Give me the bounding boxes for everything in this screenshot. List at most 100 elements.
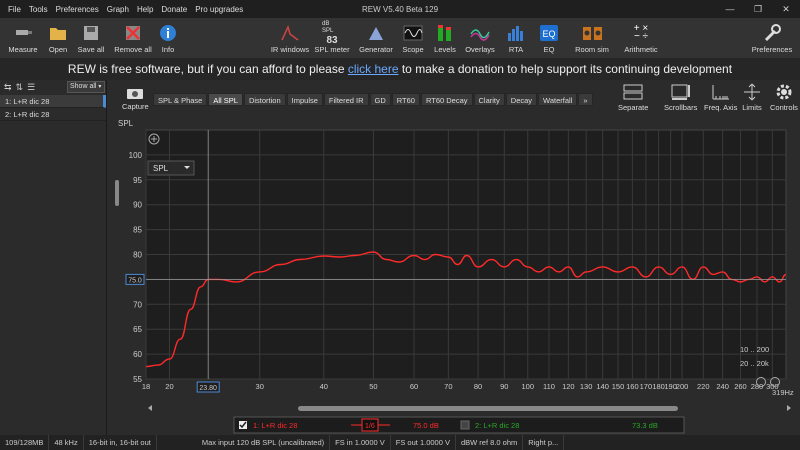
vertical-scrollbar[interactable] — [115, 180, 119, 206]
controls-button[interactable]: Controls — [770, 83, 798, 112]
menu-tools[interactable]: Tools — [25, 5, 52, 14]
x-tick-label: 160 — [626, 382, 639, 391]
cursor-x-label: 23.80 — [199, 385, 217, 392]
spl-meter-button[interactable]: dB SPL 83 SPL meter — [314, 18, 350, 58]
sort-icon[interactable]: ⇅ — [16, 82, 24, 93]
unit-select-value: SPL — [153, 164, 169, 173]
range-button-10-200[interactable]: 10 .. 200 — [740, 345, 769, 354]
scope-icon — [403, 24, 423, 42]
range-button-20-20k[interactable]: 20 .. 20k — [740, 359, 769, 368]
title-bar: File Tools Preferences Graph Help Donate… — [0, 0, 800, 18]
y-tick-label: 65 — [133, 325, 142, 334]
arithmetic-button[interactable]: + × − ÷ Arithmetic — [622, 18, 660, 58]
status-dbw-ref: dBW ref 8.0 ohm — [456, 435, 524, 450]
y-axis-label: SPL — [118, 119, 134, 128]
room-sim-icon — [582, 24, 602, 42]
status-max-input: Max input 120 dB SPL (uncalibrated) — [157, 435, 331, 450]
measurement-item[interactable]: 1: L+R dic 28 — [0, 95, 106, 108]
menu-graph[interactable]: Graph — [103, 5, 133, 14]
tab-decay[interactable]: Decay — [505, 93, 538, 106]
svg-text:EQ: EQ — [542, 29, 555, 39]
graph-tabs: SPL & Phase All SPL Distortion Impulse F… — [153, 93, 594, 106]
rta-button[interactable]: RTA — [504, 18, 528, 58]
tab-rt60[interactable]: RT60 — [391, 93, 420, 106]
tab-more[interactable]: » — [578, 93, 593, 106]
menu-file[interactable]: File — [4, 5, 25, 14]
tab-rt60-decay[interactable]: RT60 Decay — [420, 93, 473, 106]
svg-text:1/6: 1/6 — [365, 423, 375, 430]
preferences-button[interactable]: Preferences — [750, 18, 794, 58]
tab-gd[interactable]: GD — [369, 93, 391, 106]
minimize-icon[interactable]: — — [716, 0, 744, 18]
x-tick-label: 30 — [256, 382, 264, 391]
x-tick-label: 130 — [580, 382, 593, 391]
legend-checkbox-2[interactable] — [460, 420, 470, 430]
legend-value-1: 75.0 dB — [413, 421, 439, 430]
info-button[interactable]: Info — [158, 18, 178, 58]
filter-icon[interactable]: ☰ — [27, 82, 35, 93]
levels-button[interactable]: Levels — [432, 18, 458, 58]
eq-button[interactable]: EQ EQ — [536, 18, 562, 58]
menu-help[interactable]: Help — [133, 5, 157, 14]
x-tick-label: 140 — [596, 382, 609, 391]
status-right: Right p... — [523, 435, 565, 450]
x-tick-label: 220 — [697, 382, 710, 391]
maximize-icon[interactable]: ❐ — [744, 0, 772, 18]
folder-icon — [48, 24, 68, 42]
room-sim-button[interactable]: Room sim — [572, 18, 612, 58]
tab-spl-phase[interactable]: SPL & Phase — [153, 93, 208, 106]
donate-link[interactable]: click here — [348, 62, 399, 76]
tab-filtered-ir[interactable]: Filtered IR — [323, 93, 369, 106]
eq-icon: EQ — [539, 24, 559, 42]
tab-impulse[interactable]: Impulse — [286, 93, 323, 106]
microphone-icon — [13, 24, 33, 42]
scrollbars-button[interactable]: Scrollbars — [664, 83, 697, 112]
remove-all-button[interactable]: Remove all — [112, 18, 154, 58]
x-tick-label: 200 — [676, 382, 689, 391]
generator-button[interactable]: Generator — [358, 18, 394, 58]
status-fs-in: FS in 1.0000 V — [330, 435, 391, 450]
horizontal-scrollbar[interactable] — [148, 405, 791, 411]
generator-icon — [366, 24, 386, 42]
tab-clarity[interactable]: Clarity — [473, 93, 505, 106]
gear-icon — [776, 84, 792, 100]
x-tick-label: 20 — [165, 382, 173, 391]
scope-button[interactable]: Scope — [400, 18, 426, 58]
measurement-item[interactable]: 2: L+R dic 28 — [0, 108, 106, 121]
legend-value-2: 73.3 dB — [632, 421, 658, 430]
tab-distortion[interactable]: Distortion — [243, 93, 286, 106]
y-tick-label: 100 — [129, 151, 143, 160]
collapse-icon[interactable]: ⇆ — [4, 82, 12, 93]
legend-svg: 1: L+R dic 28 1/6 75.0 dB 2: L+R dic 28 … — [233, 416, 685, 434]
capture-button[interactable]: Capture — [122, 86, 149, 116]
ir-windows-button[interactable]: IR windows — [270, 18, 310, 58]
tab-all-spl[interactable]: All SPL — [208, 93, 243, 106]
y-tick-label: 90 — [133, 201, 142, 210]
save-all-button[interactable]: Save all — [76, 18, 106, 58]
unit-select[interactable]: SPL — [147, 160, 195, 176]
show-select[interactable]: Show all ▾ — [67, 81, 105, 93]
menu-pro-upgrades[interactable]: Pro upgrades — [191, 5, 247, 14]
menu-donate[interactable]: Donate — [157, 5, 191, 14]
cursor-y-label: 75.0 — [128, 277, 142, 284]
spl-chart[interactable]: 556065707580859095100 182030405060708090… — [108, 118, 800, 415]
x-tick-label: 240 — [716, 382, 729, 391]
scrollbars-icon — [671, 84, 690, 100]
x-tick-label: 18 — [142, 382, 150, 391]
measure-button[interactable]: Measure — [6, 18, 40, 58]
donation-banner: REW is free software, but if you can aff… — [0, 58, 800, 80]
overlays-button[interactable]: Overlays — [464, 18, 496, 58]
close-icon[interactable]: ✕ — [772, 0, 800, 18]
separate-button[interactable]: Separate — [618, 83, 648, 112]
menu-preferences[interactable]: Preferences — [52, 5, 103, 14]
freq-axis-button[interactable]: Freq. Axis — [704, 83, 737, 112]
x-tick-label: 170 — [640, 382, 653, 391]
graph-tabs-row: Capture SPL & Phase All SPL Distortion I… — [108, 80, 800, 118]
open-button[interactable]: Open — [44, 18, 72, 58]
legend-panel: 1: L+R dic 28 1/6 75.0 dB 2: L+R dic 28 … — [108, 415, 800, 435]
limits-icon — [744, 83, 760, 101]
tab-waterfall[interactable]: Waterfall — [538, 93, 578, 106]
limits-button[interactable]: Limits — [742, 83, 762, 112]
legend-name-1: 1: L+R dic 28 — [253, 421, 297, 430]
x-tick-label: 100 — [521, 382, 534, 391]
